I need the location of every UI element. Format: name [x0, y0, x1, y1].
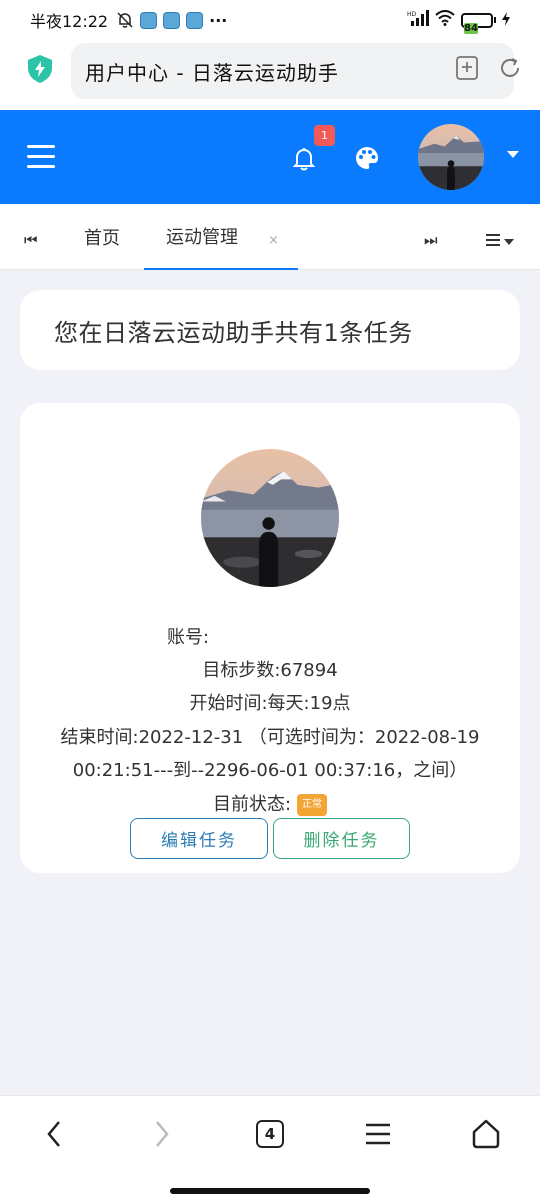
- tab-active-label: 运动管理: [166, 227, 238, 248]
- mute-bell-icon: [116, 11, 134, 29]
- wifi-icon: [435, 10, 455, 30]
- browser-menu-icon[interactable]: [358, 1114, 398, 1154]
- app-notification-icon: [140, 11, 158, 29]
- app-notification-icon: [163, 11, 181, 29]
- tab-scroll-left-icon[interactable]: ⏮: [24, 231, 38, 249]
- notification-badge: 1: [314, 125, 335, 146]
- edit-task-button[interactable]: 编辑任务: [130, 818, 268, 859]
- account-line: 账号:: [0, 621, 438, 654]
- account-label: 账号:: [166, 627, 210, 648]
- start-time-label: 开始时间:: [189, 693, 268, 714]
- theme-palette-icon[interactable]: [354, 145, 380, 171]
- notification-bell-icon[interactable]: [292, 146, 316, 172]
- task-card: 账号: 目标步数:67894 开始时间:每天:19点 结束时间:2022-12-…: [20, 403, 520, 873]
- network-label: HD: [407, 11, 417, 18]
- signal-icon: HD: [407, 10, 429, 30]
- app-header: 1: [0, 110, 540, 204]
- task-summary-card: 您在日落云运动助手共有1条任务: [20, 290, 520, 370]
- tabs-overview-button[interactable]: 4: [250, 1114, 290, 1154]
- steps-value: 67894: [280, 660, 338, 681]
- steps-line: 目标步数:67894: [20, 654, 520, 687]
- delete-task-button[interactable]: 删除任务: [273, 818, 410, 859]
- charging-icon: [502, 11, 510, 30]
- gesture-home-bar[interactable]: [170, 1188, 370, 1194]
- tab-home-label: 首页: [84, 228, 120, 249]
- browser-address-area: 用户中心 - 日落云运动助手: [0, 40, 540, 110]
- bookmark-add-icon[interactable]: [456, 56, 478, 84]
- menu-toggle-icon[interactable]: [27, 145, 55, 169]
- battery-icon: 84: [461, 12, 496, 34]
- battery-level: 84: [464, 22, 478, 34]
- task-avatar: [201, 449, 339, 587]
- status-line: 目前状态: 正常: [20, 788, 520, 821]
- shield-icon[interactable]: [26, 54, 54, 84]
- start-time-line: 开始时间:每天:19点: [20, 687, 520, 720]
- end-time-value: 2022-12-31: [138, 727, 244, 748]
- tab-scroll-right-icon[interactable]: ⏭: [424, 231, 438, 249]
- forward-icon[interactable]: [142, 1114, 182, 1154]
- browser-bottom-nav: 4: [0, 1095, 540, 1200]
- tab-bar: ⏮ 首页 运动管理 × ⏭: [0, 204, 540, 270]
- start-time-value: 每天:19点: [267, 693, 351, 714]
- user-avatar[interactable]: [418, 124, 484, 190]
- status-time: 半夜12:22: [30, 12, 109, 31]
- back-icon[interactable]: [34, 1114, 74, 1154]
- more-dots-icon: ···: [209, 10, 228, 30]
- page-title: 用户中心 - 日落云运动助手: [85, 60, 339, 85]
- status-badge: 正常: [297, 794, 328, 816]
- tab-count: 4: [256, 1120, 284, 1148]
- status-label: 目前状态:: [212, 794, 292, 815]
- tab-home[interactable]: 首页: [84, 204, 120, 270]
- user-menu-caret-icon[interactable]: [507, 151, 519, 158]
- reload-icon[interactable]: [498, 56, 522, 84]
- end-time-line: 结束时间:2022-12-31 （可选时间为：2022-08-19 00:21:…: [20, 721, 520, 787]
- tab-menu-dropdown-icon[interactable]: [486, 234, 514, 249]
- address-bar[interactable]: 用户中心 - 日落云运动助手: [71, 43, 514, 99]
- status-bar: 半夜12:22 ··· HD 84: [0, 0, 540, 40]
- app-notification-icon: [186, 11, 204, 29]
- end-time-label: 结束时间:: [60, 727, 139, 748]
- tab-close-icon[interactable]: ×: [268, 233, 279, 248]
- steps-label: 目标步数:: [202, 660, 281, 681]
- task-summary-text: 您在日落云运动助手共有1条任务: [54, 318, 413, 347]
- home-icon[interactable]: [466, 1114, 506, 1154]
